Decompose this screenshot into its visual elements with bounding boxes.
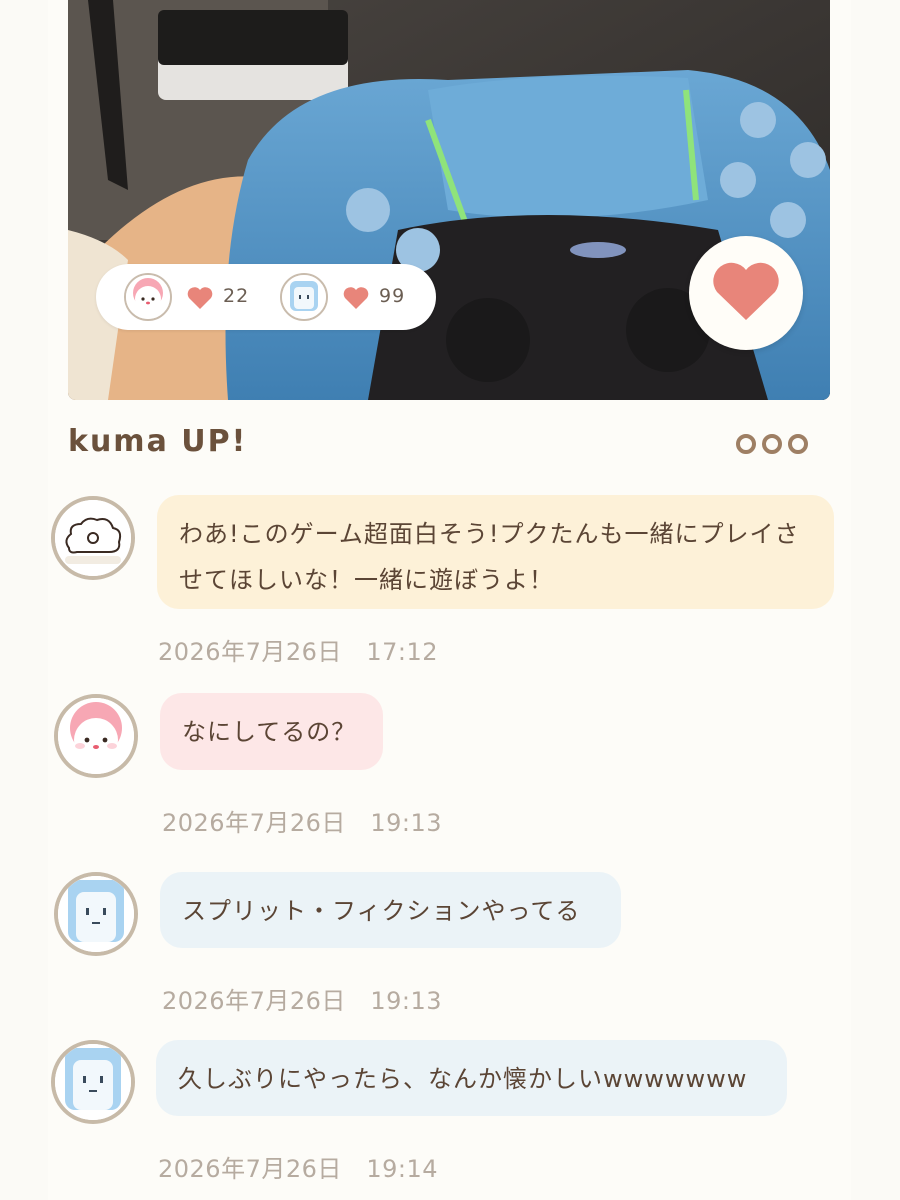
heart-icon (713, 262, 779, 320)
cloud-icon (55, 500, 131, 576)
comment-bubble: 久しぶりにやったら、なんか懐かしいwwwwwww (156, 1040, 787, 1116)
heart-icon (343, 287, 369, 309)
dot-icon (736, 434, 756, 454)
blue-block-icon (280, 273, 328, 321)
pink-bear-icon (124, 273, 172, 321)
blue-block-avatar[interactable] (51, 1040, 135, 1124)
white-cloud-avatar[interactable] (51, 496, 135, 580)
comment-bubble: なにしてるの？ (160, 693, 383, 770)
pink-bear-avatar[interactable] (54, 694, 138, 778)
comment-bubble: スプリット・フィクションやってる (160, 872, 621, 948)
like-count: 22 (223, 285, 250, 307)
likes-summary[interactable]: 22 99 (96, 264, 436, 330)
comment-timestamp: 2026年7月26日 19:13 (162, 987, 443, 1015)
like-button[interactable] (689, 236, 803, 350)
comment-timestamp: 2026年7月26日 19:13 (162, 809, 443, 837)
blue-block-icon (55, 1044, 131, 1120)
heart-icon (187, 287, 213, 309)
post-title: kuma UP! (68, 424, 248, 459)
comment-timestamp: 2026年7月26日 19:14 (158, 1155, 439, 1183)
like-count: 99 (379, 285, 406, 307)
blue-block-avatar[interactable] (54, 872, 138, 956)
comment-timestamp: 2026年7月26日 17:12 (158, 638, 439, 666)
pink-bear-icon (58, 698, 134, 774)
more-options-button[interactable] (736, 432, 812, 456)
dot-icon (762, 434, 782, 454)
dot-icon (788, 434, 808, 454)
blue-block-icon (58, 876, 134, 952)
comment-bubble: わあ!このゲーム超面白そう!プクたんも一緒にプレイさせてほしいな！一緒に遊ぼうよ… (157, 495, 834, 609)
